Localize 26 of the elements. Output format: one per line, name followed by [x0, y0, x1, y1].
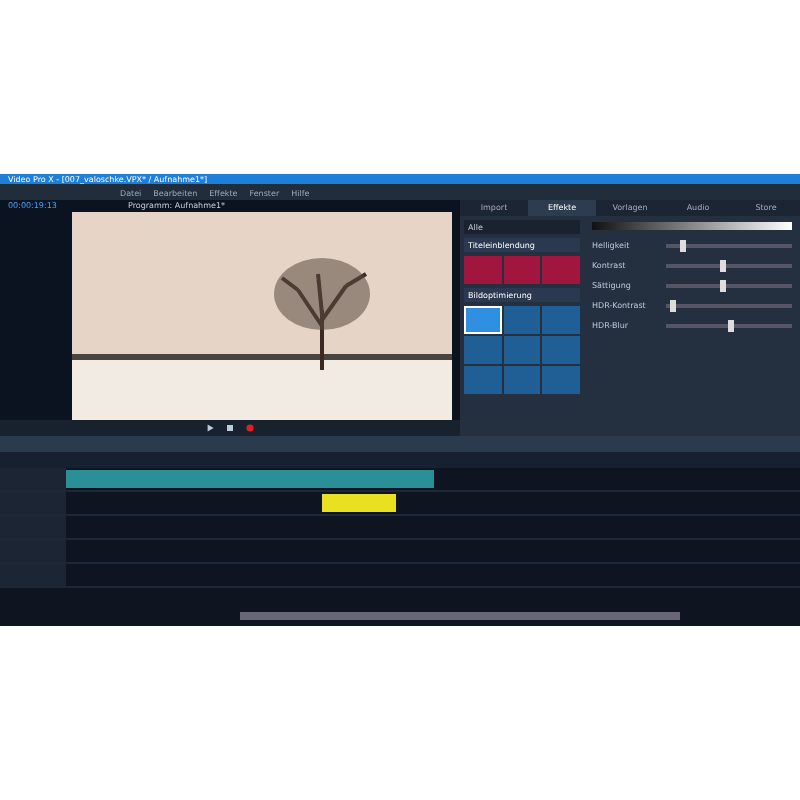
- effect-tile[interactable]: [503, 256, 541, 284]
- effect-tile[interactable]: [464, 306, 502, 334]
- effect-tile[interactable]: [503, 366, 541, 394]
- effect-tile[interactable]: [542, 256, 580, 284]
- effect-tile[interactable]: [542, 306, 580, 334]
- slider-thumb[interactable]: [727, 319, 733, 331]
- slider-thumb[interactable]: [720, 279, 727, 291]
- effect-tile[interactable]: [464, 366, 502, 394]
- effect-tile[interactable]: [464, 256, 502, 284]
- play-icon[interactable]: [204, 422, 216, 435]
- track-header[interactable]: [0, 540, 66, 562]
- effect-tile[interactable]: [542, 366, 580, 394]
- slider-thumb[interactable]: [720, 259, 727, 271]
- track-header[interactable]: [0, 492, 66, 514]
- slider-thumb[interactable]: [679, 239, 686, 251]
- slider-thumb[interactable]: [670, 299, 677, 311]
- timeline-clip[interactable]: [322, 494, 397, 512]
- track-header[interactable]: [0, 564, 66, 586]
- record-icon[interactable]: [244, 422, 256, 435]
- effect-tile[interactable]: [542, 336, 580, 364]
- effect-tile[interactable]: [503, 336, 541, 364]
- effect-tile[interactable]: [464, 336, 502, 364]
- timeline-clip[interactable]: [66, 470, 433, 488]
- track-header[interactable]: [0, 516, 66, 538]
- scrollbar[interactable]: [240, 612, 680, 620]
- effect-tile[interactable]: [503, 306, 541, 334]
